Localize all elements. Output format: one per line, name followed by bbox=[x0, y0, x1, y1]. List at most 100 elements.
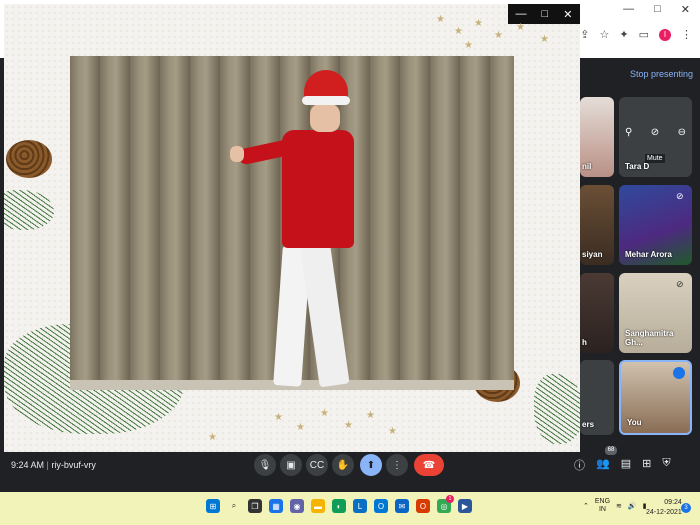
browser-minimize-button[interactable]: — bbox=[623, 3, 634, 16]
star-decoration-icon: ★ bbox=[296, 422, 305, 433]
office-icon[interactable]: O bbox=[416, 499, 430, 513]
phone-hangup-icon: ☎ bbox=[422, 459, 436, 471]
browser-maximize-button[interactable]: □ bbox=[654, 3, 661, 16]
meeting-code: riy-bvuf-vry bbox=[51, 460, 96, 470]
stop-presenting-button[interactable]: Stop presenting bbox=[630, 69, 693, 79]
bookmark-star-icon[interactable]: ☆ bbox=[600, 28, 610, 41]
meeting-details-icon[interactable]: ⓘ bbox=[574, 457, 585, 473]
star-decoration-icon: ★ bbox=[274, 412, 283, 423]
participant-tile[interactable]: ers bbox=[580, 360, 614, 435]
teams-chat-icon[interactable]: ◉ bbox=[290, 499, 304, 513]
presented-slide-window: — □ ✕ ★ ★ ★ ★ ★ ★ ★ ★ ★ ★ ★ ★ ★ ★ bbox=[4, 4, 580, 452]
host-controls-icon[interactable]: ⛨ bbox=[662, 457, 670, 473]
star-decoration-icon: ★ bbox=[540, 34, 549, 45]
camera-icon: ▣ bbox=[286, 459, 296, 471]
end-call-button[interactable]: ☎ bbox=[414, 454, 444, 476]
mic-off-icon[interactable]: ⊘ bbox=[651, 127, 659, 138]
captions-icon: CC bbox=[309, 459, 325, 471]
participant-name: Mehar Arora bbox=[625, 250, 672, 259]
participant-name: siyan bbox=[582, 250, 603, 259]
microphone-button[interactable]: 🎙 bbox=[254, 454, 276, 476]
slide-close-button[interactable]: ✕ bbox=[563, 8, 572, 21]
star-decoration-icon: ★ bbox=[320, 408, 329, 419]
participant-name: Sanghamitra Gh... bbox=[625, 329, 674, 347]
extensions-icon[interactable]: ✦ bbox=[619, 28, 628, 41]
profile-avatar[interactable]: I bbox=[659, 28, 671, 41]
system-tray: ⌃ ENG IN ≋ 🔊 ▮ bbox=[583, 498, 647, 514]
star-decoration-icon: ★ bbox=[344, 420, 353, 431]
mic-off-icon: ⊘ bbox=[676, 279, 684, 289]
present-screen-icon: ⬆ bbox=[366, 459, 376, 471]
start-button-icon[interactable]: ⊞ bbox=[206, 499, 220, 513]
slide-maximize-button[interactable]: □ bbox=[542, 8, 549, 20]
participant-tile[interactable]: h bbox=[580, 273, 614, 353]
hand-icon: ✋ bbox=[336, 459, 350, 471]
participant-name: Tara D bbox=[625, 162, 650, 171]
tile-hover-actions: ⚲ ⊘ ⊖ bbox=[625, 127, 686, 138]
captions-button[interactable]: CC bbox=[306, 454, 328, 476]
child-leg-right bbox=[300, 244, 350, 388]
clock-time: 09:24 bbox=[664, 499, 682, 506]
share-icon[interactable]: ⇪ bbox=[580, 28, 589, 41]
participant-name: ers bbox=[582, 420, 595, 429]
participant-tile-you[interactable]: You bbox=[619, 360, 692, 435]
star-decoration-icon: ★ bbox=[494, 30, 503, 41]
chrome-icon[interactable]: ◎ 1 bbox=[437, 495, 454, 513]
participant-tile[interactable]: nil bbox=[580, 97, 614, 177]
media-player-icon[interactable]: ▶ bbox=[458, 499, 472, 513]
participant-tile[interactable]: siyan bbox=[580, 185, 614, 265]
slide-window-controls: — □ ✕ bbox=[508, 4, 580, 24]
clock-date: 24-12-2021 bbox=[646, 509, 682, 516]
child-sweater bbox=[282, 130, 354, 248]
browser-close-button[interactable]: ✕ bbox=[681, 3, 690, 16]
tray-overflow-icon[interactable]: ⌃ bbox=[583, 502, 589, 510]
chat-icon[interactable]: ▤ bbox=[621, 457, 631, 473]
star-decoration-icon: ★ bbox=[454, 26, 463, 37]
activities-icon[interactable]: ⊞ bbox=[642, 457, 651, 473]
star-decoration-icon: ★ bbox=[474, 18, 483, 29]
more-options-icon: ⋮ bbox=[392, 459, 402, 471]
taskbar-clock[interactable]: 09:24 24-12-2021 bbox=[646, 498, 682, 518]
search-icon[interactable]: ⌕ bbox=[227, 499, 241, 513]
sidebar-icon[interactable]: ▭ bbox=[639, 28, 649, 41]
language-indicator[interactable]: ENG IN bbox=[595, 498, 610, 514]
participant-tile-mehar[interactable]: ⊘ Mehar Arora bbox=[619, 185, 692, 265]
participant-name: h bbox=[582, 338, 587, 347]
participant-count-badge: 68 bbox=[605, 446, 617, 455]
participant-name: You bbox=[627, 418, 642, 427]
task-view-icon[interactable]: ❐ bbox=[248, 499, 262, 513]
camera-button[interactable]: ▣ bbox=[280, 454, 302, 476]
star-decoration-icon: ★ bbox=[436, 14, 445, 25]
star-decoration-icon: ★ bbox=[464, 40, 473, 51]
outlook-icon[interactable]: O bbox=[374, 499, 388, 513]
more-menu-icon[interactable]: ⋮ bbox=[681, 28, 692, 41]
santa-hat-rim bbox=[302, 96, 350, 105]
notification-badge[interactable]: 3 bbox=[681, 503, 691, 513]
mail-icon[interactable]: ✉ bbox=[395, 499, 409, 513]
app-l-icon[interactable]: L bbox=[353, 499, 367, 513]
widgets-icon[interactable]: ▦ bbox=[269, 499, 283, 513]
edge-browser-icon[interactable]: ◐ bbox=[332, 499, 346, 513]
present-button[interactable]: ⬆ bbox=[360, 454, 382, 476]
slide-minimize-button[interactable]: — bbox=[516, 8, 527, 20]
volume-icon[interactable]: 🔊 bbox=[628, 502, 637, 510]
browser-toolbar-icons: ▶ ⇪ ☆ ✦ ▭ I ⋮ bbox=[562, 28, 692, 41]
remove-icon[interactable]: ⊖ bbox=[678, 127, 686, 138]
meet-side-buttons: ⓘ 👥 ▤ ⊞ ⛨ bbox=[574, 457, 671, 473]
people-icon[interactable]: 👥 bbox=[596, 457, 610, 473]
participant-tile-tara[interactable]: ⚲ ⊘ ⊖ Mute Tara D bbox=[619, 97, 692, 177]
file-explorer-icon[interactable]: ▬ bbox=[311, 499, 325, 513]
meeting-info: 9:24 AM | riy-bvuf-vry bbox=[11, 460, 96, 470]
pinecone-decoration-icon bbox=[6, 140, 52, 178]
region-code: IN bbox=[598, 506, 606, 513]
wifi-icon[interactable]: ≋ bbox=[616, 502, 622, 510]
taskbar-apps: ⊞ ⌕ ❐ ▦ ◉ ▬ ◐ L O ✉ O ◎ 1 ▶ bbox=[206, 495, 472, 513]
pin-icon[interactable]: ⚲ bbox=[625, 127, 632, 138]
more-options-button[interactable]: ⋮ bbox=[386, 454, 408, 476]
language-code: ENG bbox=[594, 498, 611, 505]
participant-tile-sanghamitra[interactable]: ⊘ Sanghamitra Gh... bbox=[619, 273, 692, 353]
raise-hand-button[interactable]: ✋ bbox=[332, 454, 354, 476]
star-decoration-icon: ★ bbox=[208, 432, 217, 443]
star-decoration-icon: ★ bbox=[388, 426, 397, 437]
participant-name: nil bbox=[582, 162, 592, 171]
